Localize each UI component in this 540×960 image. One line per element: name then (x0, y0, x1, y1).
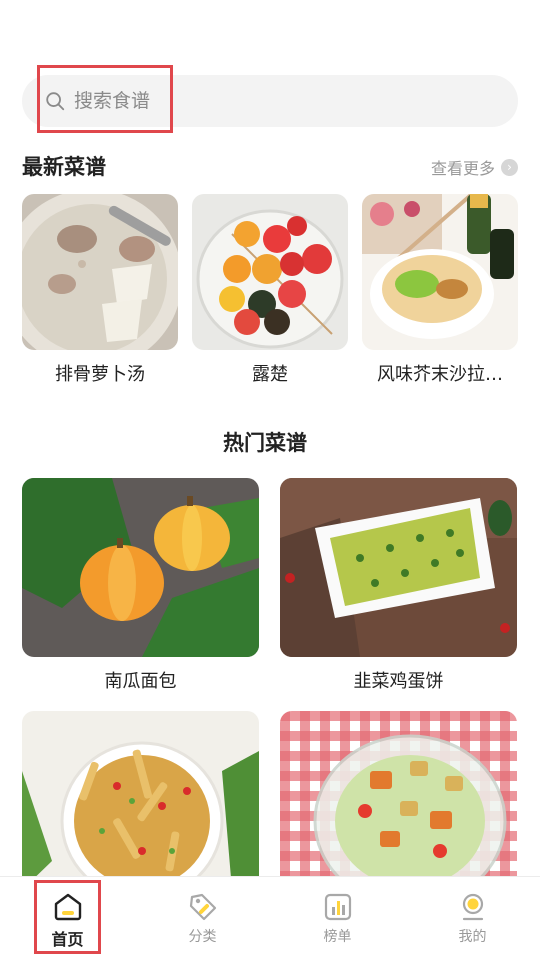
recipe-image (362, 194, 518, 350)
search-input[interactable] (74, 90, 374, 112)
hot-recipe-card[interactable] (22, 711, 259, 900)
search-bar[interactable] (22, 75, 518, 127)
see-more-link[interactable]: 查看更多 › (431, 155, 518, 179)
recipe-image (22, 478, 259, 657)
latest-section-title: 最新菜谱 (22, 155, 106, 179)
recipe-name: 南瓜面包 (104, 671, 177, 692)
recipe-image (192, 194, 348, 350)
tab-label: 首页 (51, 930, 84, 949)
hot-section-title: 热门菜谱 (223, 431, 307, 455)
tab-ranking[interactable]: 榜单 (270, 877, 405, 960)
tab-label: 榜单 (323, 929, 352, 945)
home-page: 最新菜谱 查看更多 › 排骨萝卜汤 (0, 0, 540, 960)
bottom-tab-bar: 首页 分类 榜单 我的 (0, 876, 540, 960)
tab-label: 分类 (188, 929, 217, 945)
latest-recipe-card[interactable]: 露楚 (192, 194, 348, 386)
hot-recipe-card[interactable]: 南瓜面包 (22, 478, 259, 693)
search-icon (46, 92, 65, 111)
see-more-label: 查看更多 (430, 159, 495, 178)
chevron-right-icon: › (501, 158, 518, 176)
tab-profile[interactable]: 我的 (405, 877, 540, 960)
recipe-image (22, 194, 178, 350)
tab-label: 我的 (458, 929, 487, 945)
recipe-image (22, 711, 259, 890)
recipe-name: 风味芥末沙拉… (377, 364, 503, 385)
hot-recipe-card[interactable] (280, 711, 517, 900)
chart-icon (324, 893, 351, 921)
recipe-name: 露楚 (252, 364, 288, 385)
tag-icon (189, 893, 216, 921)
recipe-name: 排骨萝卜汤 (55, 364, 145, 385)
home-icon (54, 893, 81, 921)
recipe-image (280, 478, 517, 657)
latest-recipe-card[interactable]: 风味芥末沙拉… (362, 194, 518, 386)
recipe-name: 韭菜鸡蛋饼 (353, 671, 444, 692)
tab-category[interactable]: 分类 (135, 877, 270, 960)
hot-recipe-card[interactable]: 韭菜鸡蛋饼 (280, 478, 517, 693)
recipe-image (280, 711, 517, 890)
latest-recipe-card[interactable]: 排骨萝卜汤 (22, 194, 178, 386)
tab-home[interactable]: 首页 (0, 877, 135, 960)
profile-icon (462, 893, 483, 921)
